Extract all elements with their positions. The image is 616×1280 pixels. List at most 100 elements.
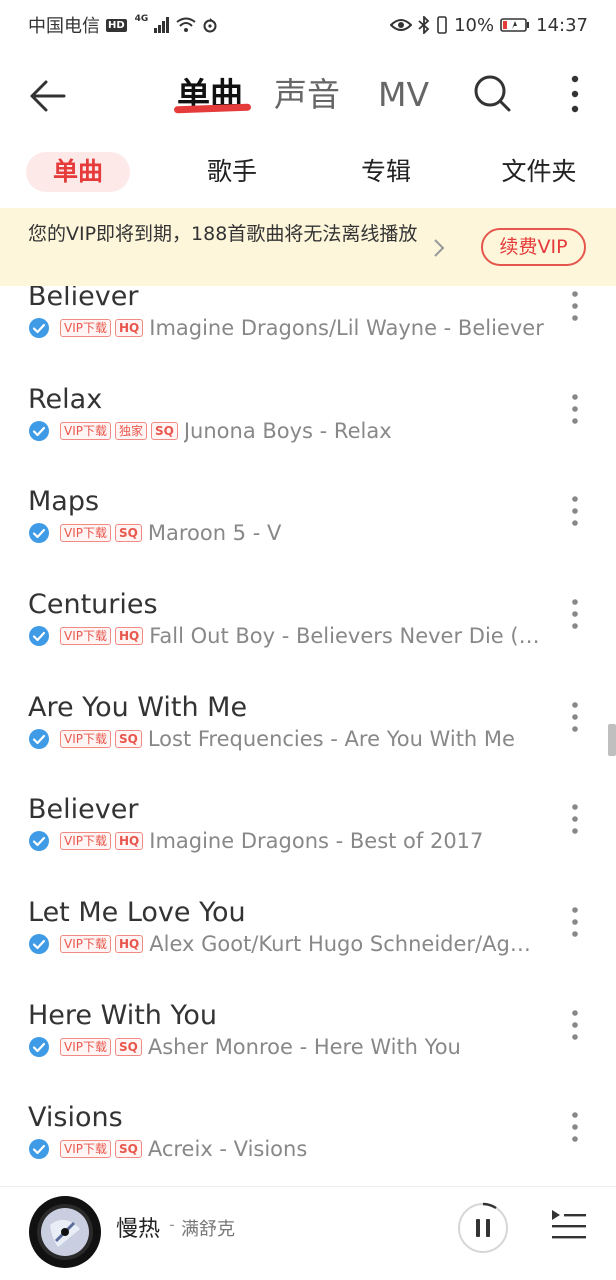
song-meta: VIP下载 HQ Fall Out Boy - Believers Never Di… bbox=[28, 623, 556, 649]
song-more-button[interactable] bbox=[565, 697, 585, 737]
song-row[interactable]: Believer VIP下载 HQ Imagine Dragons - Best of… bbox=[0, 791, 616, 894]
song-title: Here With You bbox=[28, 1000, 218, 1031]
song-row[interactable]: Believer VIP下载 HQ Imagine Dragons/Lil Wayne… bbox=[0, 286, 616, 381]
pause-button[interactable] bbox=[456, 1201, 510, 1255]
song-meta: VIP下载 独家 SQ Junona Boys - Relax bbox=[28, 418, 556, 444]
song-more-button[interactable] bbox=[565, 594, 585, 634]
sync-icon bbox=[202, 17, 218, 33]
song-title: Believer bbox=[28, 794, 139, 825]
song-meta: VIP下载 SQ Asher Monroe - Here With You bbox=[28, 1034, 556, 1060]
song-meta: VIP下载 SQ Lost Frequencies - Are You With M… bbox=[28, 726, 556, 752]
song-artist-album: Acreix - Visions bbox=[147, 1137, 308, 1161]
now-playing-title: 慢热 bbox=[116, 1217, 161, 1242]
vip-download-tag: VIP下载 bbox=[60, 319, 111, 337]
battery-icon bbox=[500, 17, 530, 33]
signal-icon bbox=[154, 17, 170, 33]
song-more-button[interactable] bbox=[565, 389, 585, 429]
search-icon bbox=[474, 75, 511, 112]
tab-voice[interactable]: 声音 bbox=[274, 72, 340, 118]
more-vertical-icon bbox=[572, 907, 578, 937]
song-more-button[interactable] bbox=[565, 902, 585, 942]
song-row[interactable]: Relax VIP下载 独家 SQ Junona Boys - Relax bbox=[0, 381, 616, 484]
song-more-button[interactable] bbox=[565, 799, 585, 839]
song-title: Centuries bbox=[28, 589, 158, 620]
vip-download-tag: VIP下载 bbox=[60, 422, 111, 440]
vip-download-tag: VIP下载 bbox=[60, 832, 111, 850]
song-row[interactable]: Maps VIP下载 SQ Maroon 5 - V bbox=[0, 483, 616, 586]
subtab-albums[interactable]: 专辑 bbox=[344, 152, 428, 192]
song-meta: VIP下载 HQ Imagine Dragons - Best of 2017 bbox=[28, 828, 556, 854]
playlist-button[interactable] bbox=[548, 1205, 588, 1245]
downloaded-check-icon bbox=[29, 626, 49, 646]
song-artist-album: Fall Out Boy - Believers Never Die (… bbox=[149, 624, 540, 648]
song-row[interactable]: Here With You VIP下载 SQ Asher Monroe - Here … bbox=[0, 997, 616, 1100]
scrollbar-thumb[interactable] bbox=[608, 724, 616, 756]
playlist-icon bbox=[552, 1210, 586, 1239]
song-more-button[interactable] bbox=[565, 1005, 585, 1045]
more-vertical-icon bbox=[572, 804, 578, 834]
vibrate-icon bbox=[436, 16, 448, 34]
song-title: Let Me Love You bbox=[28, 897, 246, 928]
quality-tag: SQ bbox=[115, 1140, 142, 1158]
more-vertical-icon bbox=[572, 291, 578, 321]
hd-badge: HD bbox=[106, 18, 127, 32]
now-playing-separator: - bbox=[169, 1215, 175, 1234]
mini-player[interactable]: 慢热 - 满舒克 bbox=[0, 1186, 616, 1280]
network-type: 4G bbox=[134, 14, 149, 24]
vip-expiry-banner[interactable]: 您的VIP即将到期，188首歌曲将无法离线播放 续费VIP bbox=[0, 208, 616, 286]
song-more-button[interactable] bbox=[565, 1107, 585, 1147]
clock: 14:37 bbox=[536, 14, 588, 36]
vip-download-tag: VIP下载 bbox=[60, 1038, 111, 1056]
subtab-artists[interactable]: 歌手 bbox=[190, 152, 274, 192]
song-artist-album: Lost Frequencies - Are You With Me bbox=[147, 727, 515, 751]
top-nav: 单曲 声音 MV bbox=[0, 50, 616, 140]
song-row[interactable]: Let Me Love You VIP下载 HQ Alex Goot/Kurt Hug… bbox=[0, 894, 616, 997]
vip-download-tag: VIP下载 bbox=[60, 935, 111, 953]
tab-mv[interactable]: MV bbox=[378, 72, 429, 118]
downloaded-check-icon bbox=[29, 318, 49, 338]
song-meta: VIP下载 SQ Maroon 5 - V bbox=[28, 520, 556, 546]
search-button[interactable] bbox=[472, 74, 512, 114]
song-meta: VIP下载 HQ Alex Goot/Kurt Hugo Schneider/Ag… bbox=[28, 931, 556, 957]
vip-download-tag: VIP下载 bbox=[60, 524, 111, 542]
carrier-label: 中国电信 bbox=[28, 16, 100, 37]
song-row[interactable]: Centuries VIP下载 HQ Fall Out Boy - Believers… bbox=[0, 586, 616, 689]
downloaded-check-icon bbox=[29, 1037, 49, 1057]
song-artist-album: Junona Boys - Relax bbox=[183, 419, 392, 443]
downloaded-check-icon bbox=[29, 729, 49, 749]
quality-tag: HQ bbox=[115, 319, 144, 337]
song-artist-album: Imagine Dragons - Best of 2017 bbox=[149, 829, 484, 853]
status-right: 10% 14:37 bbox=[390, 15, 588, 36]
more-options-button[interactable] bbox=[560, 72, 590, 116]
quality-tag: SQ bbox=[115, 1038, 142, 1056]
subtab-folders[interactable]: 文件夹 bbox=[492, 152, 586, 192]
bluetooth-icon bbox=[418, 16, 430, 34]
exclusive-tag: 独家 bbox=[115, 422, 148, 440]
more-vertical-icon bbox=[572, 1112, 578, 1142]
more-vertical-icon bbox=[572, 599, 578, 629]
downloaded-check-icon bbox=[29, 831, 49, 851]
renew-vip-button[interactable]: 续费VIP bbox=[481, 228, 586, 266]
eye-comfort-icon bbox=[390, 17, 413, 33]
song-row[interactable]: Are You With Me VIP下载 SQ Lost Frequencies -… bbox=[0, 689, 616, 792]
vip-message: 您的VIP即将到期，188首歌曲将无法离线播放 bbox=[28, 223, 418, 245]
album-art-disc[interactable] bbox=[28, 1195, 102, 1269]
vip-download-tag: VIP下载 bbox=[60, 627, 111, 645]
battery-percent: 10% bbox=[454, 14, 495, 36]
back-button[interactable] bbox=[28, 76, 68, 116]
song-more-button[interactable] bbox=[565, 491, 585, 531]
sub-tabs: 单曲 歌手 专辑 文件夹 bbox=[0, 148, 616, 196]
song-artist-album: Alex Goot/Kurt Hugo Schneider/Ag… bbox=[149, 932, 531, 956]
more-vertical-icon bbox=[572, 394, 578, 424]
song-title: Are You With Me bbox=[28, 692, 248, 723]
song-more-button[interactable] bbox=[565, 286, 585, 326]
song-artist-album: Imagine Dragons/Lil Wayne - Believer bbox=[149, 316, 544, 340]
now-playing-artist: 满舒克 bbox=[181, 1219, 235, 1240]
song-row[interactable]: Visions VIP下载 SQ Acreix - Visions bbox=[0, 1099, 616, 1186]
vip-download-tag: VIP下载 bbox=[60, 730, 111, 748]
song-artist-album: Maroon 5 - V bbox=[147, 521, 282, 545]
song-meta: VIP下载 SQ Acreix - Visions bbox=[28, 1136, 556, 1162]
subtab-songs[interactable]: 单曲 bbox=[26, 152, 130, 192]
song-title: Visions bbox=[28, 1102, 123, 1133]
quality-tag: HQ bbox=[115, 935, 144, 953]
